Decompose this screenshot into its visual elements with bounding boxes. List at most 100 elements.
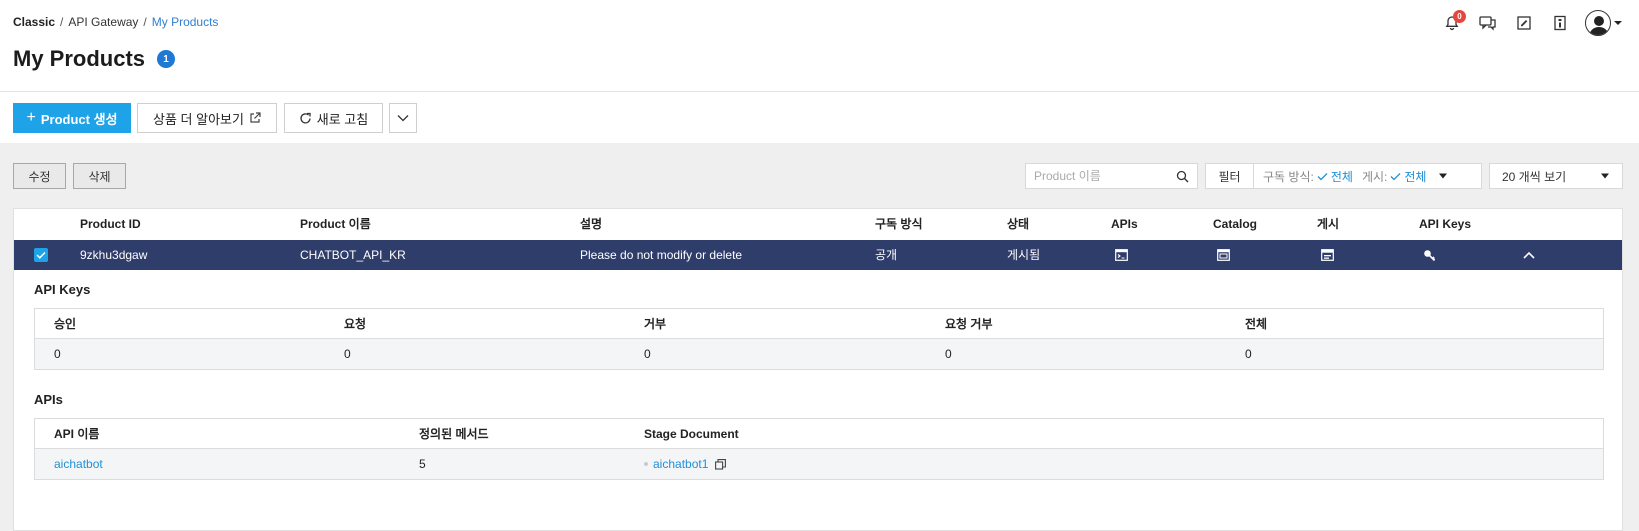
chevron-up-icon[interactable]: [1522, 248, 1536, 262]
product-status: 게시됨: [1007, 248, 1041, 262]
stage-document-cell: aichatbot1: [644, 449, 727, 479]
search-box: [1025, 163, 1198, 189]
breadcrumb-separator: /: [143, 15, 147, 29]
search-icon[interactable]: [1176, 170, 1189, 183]
table-row[interactable]: 9zkhu3dgaw CHATBOT_API_KR Please do not …: [14, 240, 1622, 270]
col-status[interactable]: 상태: [1007, 209, 1029, 240]
api-keys-requested-value: 0: [344, 347, 351, 361]
copy-icon[interactable]: [715, 458, 727, 470]
breadcrumb-current: My Products: [151, 15, 219, 29]
create-product-label: Product 생성: [40, 111, 118, 127]
api-keys-col-request-rejected: 요청 거부: [945, 317, 993, 331]
user-menu[interactable]: [1585, 10, 1623, 36]
page-title: My Products: [13, 46, 146, 71]
create-product-button[interactable]: + Product 생성: [13, 103, 131, 133]
edit-button[interactable]: 수정: [13, 163, 66, 189]
col-apis: APIs: [1111, 217, 1138, 231]
more-options-button[interactable]: [389, 103, 417, 133]
catalog-window-icon[interactable]: [1216, 248, 1230, 262]
filter-publish-value: 전체: [1404, 169, 1427, 184]
chevron-down-icon: [1614, 21, 1622, 25]
filter-subscription[interactable]: 구독 방식: 전체: [1263, 168, 1353, 185]
edit-note-icon[interactable]: [1513, 12, 1535, 34]
breadcrumb: Classic / API Gateway / My Products: [13, 15, 218, 29]
api-keys-request-rejected-value: 0: [945, 347, 952, 361]
toolbar: + Product 생성 상품 더 알아보기 새로 고침: [0, 93, 1639, 143]
col-catalog: Catalog: [1213, 217, 1258, 231]
header-icons: 0: [1441, 10, 1623, 36]
table-header: Product ID Product 이름 설명 구독 방식 상태 APIs C…: [14, 209, 1622, 240]
apis-col-stage-document: Stage Document: [644, 427, 739, 441]
refresh-button[interactable]: 새로 고침: [284, 103, 383, 133]
delete-button[interactable]: 삭제: [73, 163, 126, 189]
api-keys-col-requested: 요청: [344, 317, 367, 331]
plus-icon: +: [26, 109, 36, 126]
col-api-keys: API Keys: [1419, 217, 1472, 231]
apis-row: aichatbot 5 aichatbot1: [35, 449, 1603, 479]
apis-table: API 이름 정의된 메서드 Stage Document aichatbot …: [34, 418, 1604, 480]
apis-header: API 이름 정의된 메서드 Stage Document: [35, 419, 1603, 449]
api-keys-header: 승인 요청 거부 요청 거부 전체: [35, 309, 1603, 339]
top-header: Classic / API Gateway / My Products My P…: [0, 0, 1639, 92]
filter-publish[interactable]: 게시: 전체: [1362, 168, 1427, 185]
api-keys-approved-value: 0: [54, 347, 61, 361]
external-link-icon: [250, 112, 261, 123]
bell-icon[interactable]: 0: [1441, 10, 1466, 34]
col-product-id[interactable]: Product ID: [80, 209, 141, 240]
learn-more-button[interactable]: 상품 더 알아보기: [137, 103, 277, 133]
filter-button[interactable]: 필터: [1206, 164, 1254, 188]
api-methods-count: 5: [419, 457, 426, 471]
api-keys-col-approved: 승인: [54, 317, 77, 331]
col-publish: 게시: [1317, 217, 1340, 231]
col-product-name[interactable]: Product 이름: [300, 209, 371, 240]
product-description: Please do not modify or delete: [580, 248, 743, 262]
api-keys-rejected-value: 0: [644, 347, 651, 361]
chevron-down-icon: [397, 115, 409, 122]
chat-icon[interactable]: [1477, 12, 1499, 34]
api-keys-row: 0 0 0 0 0: [35, 339, 1603, 369]
api-key-icon[interactable]: [1422, 248, 1436, 262]
learn-more-label: 상품 더 알아보기: [153, 111, 244, 127]
check-icon: [1317, 172, 1328, 180]
caret-down-icon: [1601, 173, 1609, 179]
api-name-link[interactable]: aichatbot: [54, 449, 103, 479]
filter-subscription-label: 구독 방식:: [1263, 169, 1314, 184]
filter-subscription-value: 전체: [1330, 169, 1353, 184]
refresh-label: 새로 고침: [316, 111, 369, 127]
api-keys-section-title: API Keys: [34, 282, 91, 297]
page-size-select[interactable]: 20 개씩 보기: [1489, 163, 1623, 189]
check-icon: [1390, 172, 1401, 180]
apis-terminal-icon[interactable]: [1114, 248, 1128, 262]
breadcrumb-separator: /: [60, 15, 64, 29]
caret-down-icon[interactable]: [1438, 172, 1448, 180]
product-name: CHATBOT_API_KR: [300, 248, 406, 262]
apis-col-name: API 이름: [54, 427, 100, 441]
refresh-icon: [300, 112, 311, 123]
document-icon[interactable]: [1549, 12, 1571, 34]
apis-col-methods: 정의된 메서드: [419, 427, 489, 441]
stage-document-link[interactable]: aichatbot1: [653, 449, 708, 479]
filter-bar: 필터 구독 방식: 전체 게시: 전체: [1205, 163, 1482, 189]
product-count-badge: 1: [157, 50, 176, 68]
apis-section-title: APIs: [34, 392, 63, 407]
search-input[interactable]: [1034, 169, 1169, 183]
col-description[interactable]: 설명: [580, 209, 602, 240]
products-table: Product ID Product 이름 설명 구독 방식 상태 APIs C…: [13, 208, 1623, 531]
breadcrumb-api-gateway[interactable]: API Gateway: [68, 15, 138, 29]
col-subscription[interactable]: 구독 방식: [875, 209, 923, 240]
check-icon: [36, 251, 46, 259]
user-avatar-icon: [1585, 10, 1611, 36]
notification-count-badge: 0: [1453, 10, 1466, 23]
page-title-group: My Products 1: [13, 46, 176, 72]
api-keys-col-rejected: 거부: [644, 317, 667, 331]
api-keys-total-value: 0: [1245, 347, 1252, 361]
publish-doc-icon[interactable]: [1320, 248, 1334, 262]
api-keys-table: 승인 요청 거부 요청 거부 전체 0 0 0 0 0: [34, 308, 1604, 370]
api-keys-col-total: 전체: [1245, 317, 1268, 331]
page-size-value: 20 개씩 보기: [1502, 169, 1567, 184]
row-checkbox[interactable]: [34, 248, 48, 262]
product-subscription: 공개: [875, 248, 898, 262]
product-id: 9zkhu3dgaw: [80, 248, 148, 262]
breadcrumb-classic[interactable]: Classic: [13, 15, 55, 29]
status-dot-icon: [644, 462, 648, 466]
